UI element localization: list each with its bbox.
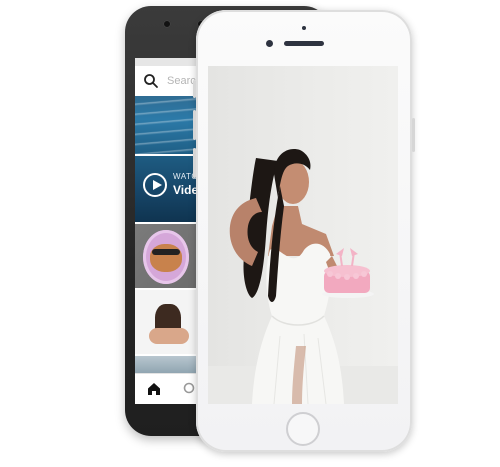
front-camera xyxy=(163,20,171,28)
volume-down-button xyxy=(193,148,196,178)
hands-photo xyxy=(149,328,189,344)
photo-woman-with-cake xyxy=(208,149,398,404)
mute-switch xyxy=(193,80,196,98)
earpiece-speaker xyxy=(284,41,324,46)
cat-sunglasses xyxy=(152,249,180,255)
iphone xyxy=(193,10,415,452)
phones-mockup: Search WATCH Video xyxy=(0,0,500,467)
power-button xyxy=(412,118,415,152)
iphone-screen xyxy=(208,66,398,404)
home-icon[interactable] xyxy=(147,382,161,396)
home-button[interactable] xyxy=(286,412,320,446)
volume-up-button xyxy=(193,110,196,140)
search-icon xyxy=(144,74,158,88)
play-icon xyxy=(143,173,167,197)
proximity-sensor xyxy=(302,26,306,30)
search-icon[interactable] xyxy=(183,382,197,396)
front-camera xyxy=(266,40,273,47)
